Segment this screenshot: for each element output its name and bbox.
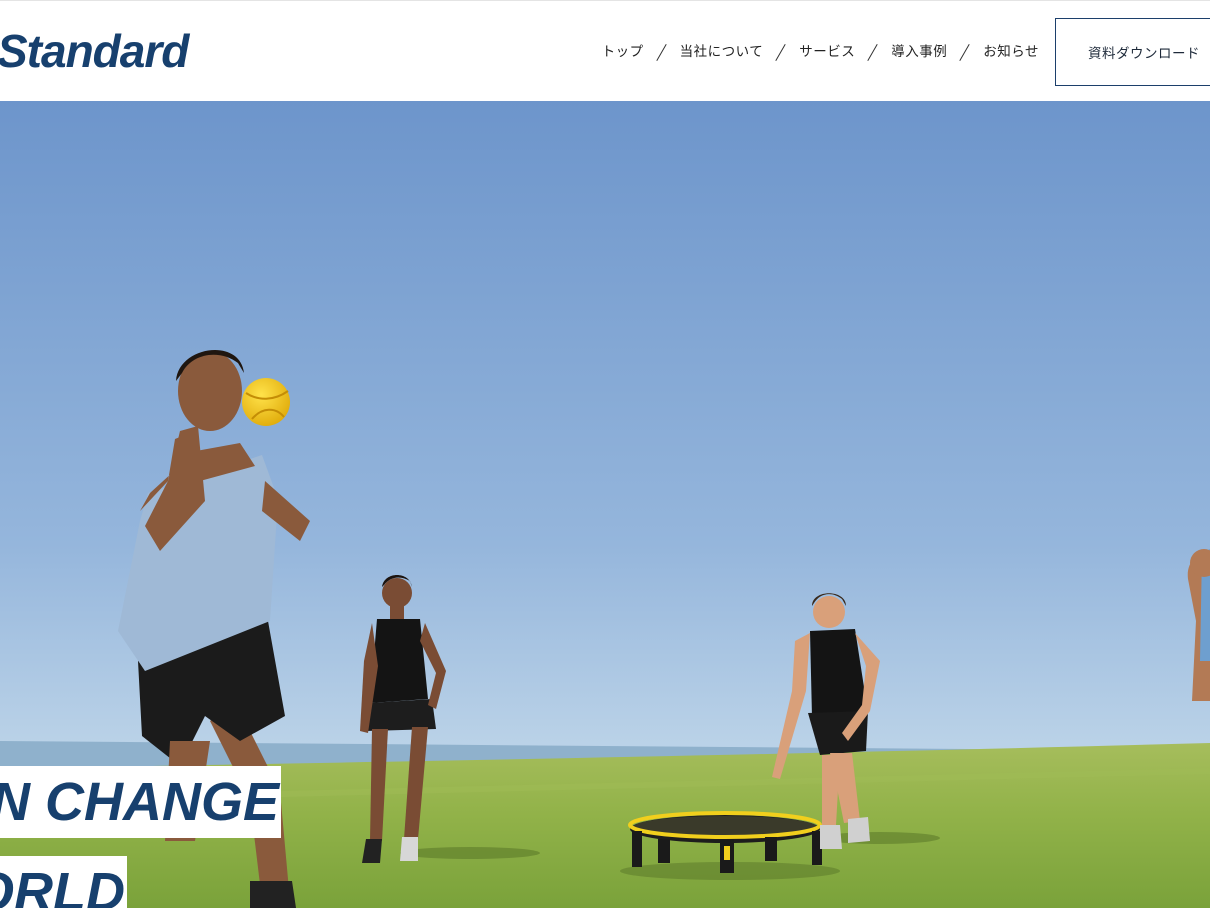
nav-separator [868, 43, 878, 61]
site-logo[interactable]: Standard [0, 23, 189, 79]
nav-item-about[interactable]: 当社について [680, 40, 764, 64]
nav-separator [657, 43, 667, 61]
nav-separator [776, 43, 786, 61]
hero-section: CAN CHANGE WORLD [0, 101, 1210, 908]
site-header: Standard トップ 当社について サービス 導入事例 お知らせ 資料ダウン… [0, 0, 1210, 101]
ball-graphic [242, 378, 290, 426]
global-nav: トップ 当社について サービス 導入事例 お知らせ [602, 40, 1039, 64]
nav-item-top[interactable]: トップ [602, 40, 644, 64]
nav-item-cases[interactable]: 導入事例 [891, 40, 947, 64]
nav-item-news[interactable]: お知らせ [983, 40, 1039, 64]
nav-separator [960, 43, 970, 61]
page: Standard トップ 当社について サービス 導入事例 お知らせ 資料ダウン… [0, 0, 1210, 908]
hero-catchcopy-line-2: WORLD [0, 856, 127, 908]
nav-item-service[interactable]: サービス [799, 40, 855, 64]
download-materials-button[interactable]: 資料ダウンロード [1055, 18, 1210, 86]
hero-catchcopy-line-1: CAN CHANGE [0, 766, 281, 838]
